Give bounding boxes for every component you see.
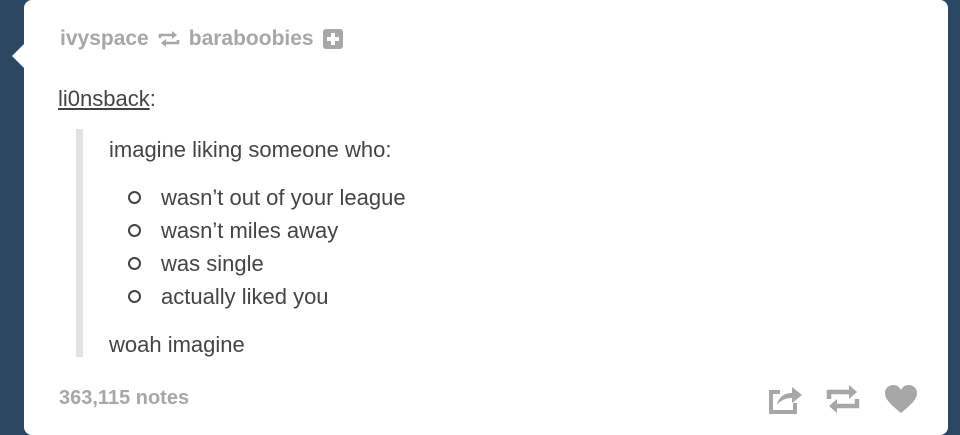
list-item: wasn’t miles away bbox=[109, 214, 406, 247]
quote-outro: woah imagine bbox=[109, 332, 245, 357]
bullet-icon bbox=[128, 290, 141, 303]
source-suffix: : bbox=[149, 86, 156, 111]
list-item-text: wasn’t miles away bbox=[161, 217, 339, 243]
reblog-button[interactable] bbox=[822, 378, 864, 420]
share-button[interactable] bbox=[764, 378, 806, 420]
bullet-icon bbox=[128, 224, 141, 237]
bullet-icon bbox=[128, 257, 141, 270]
post-pointer bbox=[12, 44, 24, 68]
quote-block: imagine liking someone who: wasn’t out o… bbox=[76, 129, 783, 357]
reblog-icon bbox=[826, 385, 860, 413]
source-user-link[interactable]: li0nsback bbox=[58, 86, 150, 111]
list-item: actually liked you bbox=[109, 280, 406, 313]
list-item: wasn’t out of your league bbox=[109, 181, 406, 214]
reblog-icon bbox=[157, 29, 181, 49]
list-item-text: was single bbox=[161, 250, 264, 276]
reblogged-from-link[interactable]: baraboobies bbox=[189, 27, 314, 51]
quote-list: wasn’t out of your league wasn’t miles a… bbox=[109, 181, 406, 313]
follow-plus-icon[interactable] bbox=[322, 29, 343, 49]
list-item-text: actually liked you bbox=[161, 283, 329, 309]
share-icon bbox=[769, 387, 802, 414]
reblogger-link[interactable]: ivyspace bbox=[60, 27, 149, 51]
list-item-text: wasn’t out of your league bbox=[161, 184, 406, 210]
notes-count[interactable]: 363,115 notes bbox=[59, 387, 189, 410]
like-button[interactable] bbox=[880, 378, 922, 420]
list-item: was single bbox=[109, 247, 406, 280]
post-controls bbox=[748, 378, 922, 420]
bullet-icon bbox=[128, 191, 141, 204]
heart-icon bbox=[885, 385, 917, 413]
post-header: ivyspace baraboobies bbox=[60, 27, 343, 51]
post-card: ivyspace baraboobies li0nsback: imagine … bbox=[12, 0, 948, 435]
quote-intro: imagine liking someone who: bbox=[109, 137, 392, 162]
source-attribution: li0nsback: bbox=[58, 86, 156, 112]
